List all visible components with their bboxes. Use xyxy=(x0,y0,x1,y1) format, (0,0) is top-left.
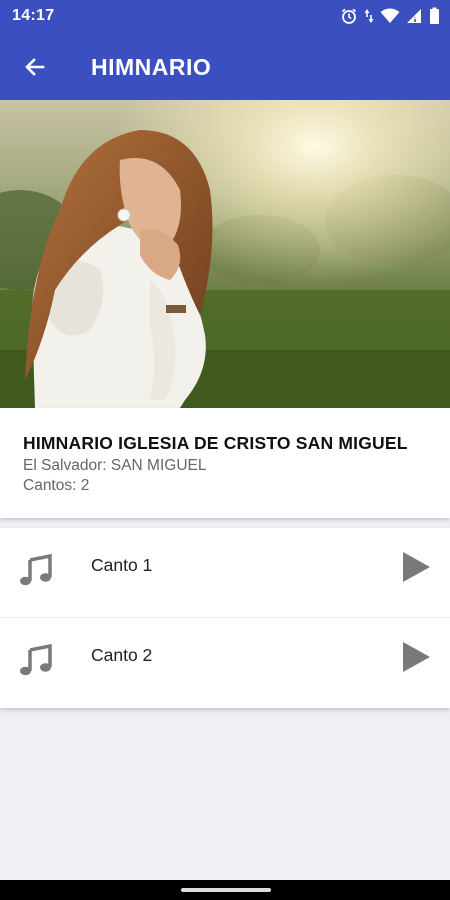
status-icons xyxy=(340,7,440,25)
back-button[interactable] xyxy=(14,46,56,88)
hymnal-location: El Salvador: SAN MIGUEL xyxy=(23,457,207,474)
signal-icon xyxy=(407,9,421,23)
music-note-icon xyxy=(20,643,52,676)
hymnal-song-count: Cantos: 2 xyxy=(23,477,90,494)
hero-image xyxy=(0,100,450,408)
data-arrows-icon xyxy=(364,9,374,23)
app-bar: HIMNARIO xyxy=(0,32,450,100)
hymnal-info-card: HIMNARIO IGLESIA DE CRISTO SAN MIGUEL El… xyxy=(0,408,450,518)
status-time: 14:17 xyxy=(12,7,55,24)
home-gesture-handle[interactable] xyxy=(181,888,271,892)
play-icon[interactable] xyxy=(400,550,432,584)
wifi-icon xyxy=(380,8,400,23)
battery-icon xyxy=(430,7,439,24)
alarm-icon xyxy=(341,8,357,24)
song-list: Canto 1 Canto 2 xyxy=(0,528,450,708)
music-note-icon xyxy=(20,553,52,586)
song-row-2[interactable]: Canto 2 xyxy=(0,618,450,708)
page-title: HIMNARIO xyxy=(91,54,212,80)
system-nav-bar xyxy=(0,880,450,900)
song-title: Canto 2 xyxy=(91,645,153,665)
song-row-1[interactable]: Canto 1 xyxy=(0,528,450,618)
arrow-left-icon xyxy=(25,58,45,76)
play-icon[interactable] xyxy=(400,640,432,674)
hymnal-title: HIMNARIO IGLESIA DE CRISTO SAN MIGUEL xyxy=(23,433,408,453)
song-title: Canto 1 xyxy=(91,555,153,575)
status-bar: 14:17 xyxy=(0,0,450,32)
